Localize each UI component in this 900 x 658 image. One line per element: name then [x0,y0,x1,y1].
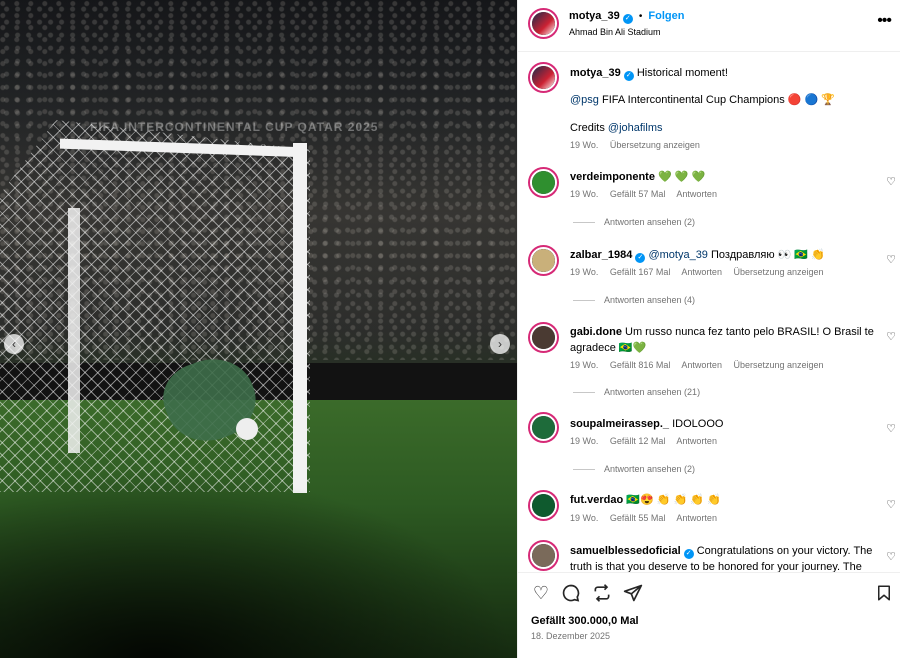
heart-icon[interactable]: ♡ [886,422,896,435]
comment-icon[interactable] [560,582,582,604]
divider [573,469,595,471]
comment-username[interactable]: soupalmeirassep._ [570,418,669,430]
comment-time[interactable]: 19 Wo. [570,189,598,199]
comment-likes[interactable]: Gefällt 816 Mal [610,360,671,370]
mention-link[interactable]: @psg [570,94,599,106]
goal-post-right [293,143,307,493]
caption-time[interactable]: 19 Wo. [570,140,598,150]
caption-text: Historical moment! [636,67,728,79]
heart-icon[interactable]: ♡ [530,582,552,604]
heart-icon[interactable]: ♡ [886,330,896,343]
translate-button[interactable]: Übersetzung anzeigen [610,140,700,150]
view-replies-button[interactable]: Antworten ansehen (4) [573,295,695,305]
translate-button[interactable]: Übersetzung anzeigen [733,267,823,277]
more-horizontal-icon[interactable]: ••• [877,12,892,30]
comment-likes[interactable]: Gefällt 57 Mal [610,189,666,199]
heart-icon[interactable]: ♡ [886,175,896,188]
send-icon[interactable] [622,582,644,604]
view-replies-label: Antworten ansehen (4) [604,295,696,305]
comment-username[interactable]: zalbar_1984 [570,249,632,261]
avatar[interactable] [530,169,557,196]
comment-text: 🇧🇷😍 👏 👏 👏 👏 [626,494,721,506]
view-replies-button[interactable]: Antworten ansehen (21) [573,387,700,397]
comment-likes[interactable]: Gefällt 55 Mal [610,513,666,523]
action-bar: ♡ Gefällt 300.000,0 Mal 18. Dezember 202… [518,572,900,658]
comment-item: gabi.done Um russo nunca fez tanto pelo … [518,322,900,414]
verified-badge-icon: ✓ [623,71,634,81]
post-image: FIFA INTERCONTINENTAL CUP QATAR 2025 ‹ › [0,0,517,658]
comment-username[interactable]: verdeimponente [570,171,655,183]
view-replies-label: Antworten ansehen (2) [604,464,696,474]
divider [573,392,595,394]
comment-time[interactable]: 19 Wo. [570,267,598,277]
likes-count[interactable]: Gefällt 300.000,0 Mal [531,615,639,627]
avatar[interactable] [530,414,557,441]
heart-icon[interactable]: ♡ [886,550,896,563]
reply-button[interactable]: Antworten [681,267,722,277]
comment-item: fut.verdao 🇧🇷😍 👏 👏 👏 👏 ♡ 19 Wo. Gefällt … [518,492,900,542]
post-header: motya_39 ✓ • Folgen Ahmad Bin Ali Stadium… [518,0,900,52]
divider [573,222,595,224]
avatar[interactable] [530,492,557,519]
reply-button[interactable]: Antworten [676,436,717,446]
location[interactable]: Ahmad Bin Ali Stadium [569,27,661,37]
reply-button[interactable]: Antworten [681,360,722,370]
repost-icon[interactable] [591,582,613,604]
ball [236,418,258,440]
translate-button[interactable]: Übersetzung anzeigen [733,360,823,370]
chevron-left-icon[interactable]: ‹ [4,334,24,354]
author-username[interactable]: motya_39 [569,10,620,22]
view-replies-label: Antworten ansehen (21) [604,387,701,397]
goal-net [0,120,310,492]
view-replies-button[interactable]: Antworten ansehen (2) [573,464,695,474]
post-date[interactable]: 18. Dezember 2025 [531,631,610,641]
mention-link[interactable]: @motya_39 [648,249,707,261]
reply-button[interactable]: Antworten [676,189,717,199]
comment-text: IDOLOOO [672,418,724,430]
verified-badge-icon: ✓ [635,253,646,263]
avatar[interactable] [530,324,557,351]
avatar[interactable] [530,247,557,274]
separator-dot: • [638,11,643,22]
comment-item: zalbar_1984 ✓ @motya_39 Поздравляю 👀 🇧🇷 👏… [518,245,900,325]
caption-line: FIFA Intercontinental Cup Champions 🔴 🔵 … [601,94,836,106]
comment-likes[interactable]: Gefällt 167 Mal [610,267,671,277]
comment-text: 💚 💚 💚 [658,171,706,183]
avatar[interactable] [530,64,557,91]
chevron-right-icon[interactable]: › [490,334,510,354]
view-replies-button[interactable]: Antworten ansehen (2) [573,217,695,227]
caption-username[interactable]: motya_39 [570,67,621,79]
reply-button[interactable]: Antworten [676,513,717,523]
shadow-overlay [0,470,517,658]
verified-badge-icon: ✓ [683,549,694,559]
credits-mention[interactable]: @johafilms [608,122,663,134]
comment-item: verdeimponente 💚 💚 💚 ♡ 19 Wo. Gefällt 57… [518,167,900,247]
comment-time[interactable]: 19 Wo. [570,513,598,523]
post-panel: motya_39 ✓ • Folgen Ahmad Bin Ali Stadium… [517,0,900,658]
comment-username[interactable]: samuelblessedoficial [570,545,681,557]
divider [573,300,595,302]
credits-label: Credits [570,122,605,134]
comment-time[interactable]: 19 Wo. [570,360,598,370]
caption: motya_39 ✓ Historical moment! @psg FIFA I… [518,62,900,157]
comment-text: Поздравляю 👀 🇧🇷 👏 [711,249,825,261]
heart-icon[interactable]: ♡ [886,253,896,266]
comments-list[interactable]: motya_39 ✓ Historical moment! @psg FIFA I… [518,52,900,572]
heart-icon[interactable]: ♡ [886,498,896,511]
follow-button[interactable]: Folgen [648,10,684,22]
goal-post-back [68,208,80,453]
bookmark-icon[interactable] [873,582,895,604]
verified-badge-icon: ✓ [622,14,633,24]
avatar[interactable] [530,542,557,569]
view-replies-label: Antworten ansehen (2) [604,217,696,227]
comment-username[interactable]: gabi.done [570,326,622,338]
comment-time[interactable]: 19 Wo. [570,436,598,446]
comment-item: soupalmeirassep._ IDOLOOO ♡ 19 Wo. Gefäl… [518,414,900,494]
comment-likes[interactable]: Gefällt 12 Mal [610,436,666,446]
comment-item: samuelblessedoficial ✓ Congratulations on… [518,542,900,572]
avatar[interactable] [530,10,557,37]
comment-username[interactable]: fut.verdao [570,494,623,506]
